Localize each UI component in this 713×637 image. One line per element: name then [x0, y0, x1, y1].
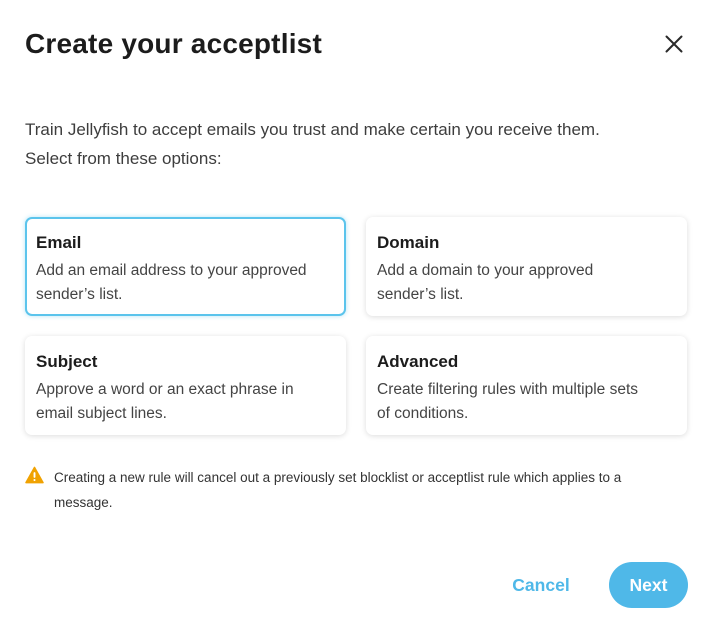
option-title: Subject [36, 352, 98, 371]
option-card-subject[interactable]: Subject Approve a word or an exact phras… [25, 336, 346, 435]
dialog-title: Create your acceptlist [25, 28, 322, 59]
intro-line-2: Select from these options: [25, 149, 222, 168]
option-description: Add a domain to your approved sender’s l… [377, 262, 594, 303]
warning-icon [25, 466, 44, 484]
option-card-email[interactable]: Email Add an email address to your appro… [25, 217, 346, 316]
option-description: Add an email address to your approved se… [36, 262, 307, 303]
acceptlist-dialog: Create your acceptlist Train Jellyfish t… [0, 0, 713, 637]
warning-notice: Creating a new rule will cancel out a pr… [25, 466, 685, 515]
option-title: Email [36, 233, 82, 252]
intro-line-1: Train Jellyfish to accept emails you tru… [25, 120, 600, 139]
dialog-intro: Train Jellyfish to accept emails you tru… [25, 115, 695, 173]
option-title: Domain [377, 233, 440, 252]
cancel-button[interactable]: Cancel [491, 562, 591, 608]
close-icon [665, 35, 683, 53]
option-title: Advanced [377, 352, 459, 371]
close-button[interactable] [661, 31, 687, 57]
option-description: Create filtering rules with multiple set… [377, 381, 639, 422]
next-button[interactable]: Next [609, 562, 688, 608]
option-description: Approve a word or an exact phrase in ema… [36, 381, 294, 422]
warning-text: Creating a new rule will cancel out a pr… [54, 470, 622, 510]
option-card-advanced[interactable]: Advanced Create filtering rules with mul… [366, 336, 687, 435]
option-card-domain[interactable]: Domain Add a domain to your approved sen… [366, 217, 687, 316]
